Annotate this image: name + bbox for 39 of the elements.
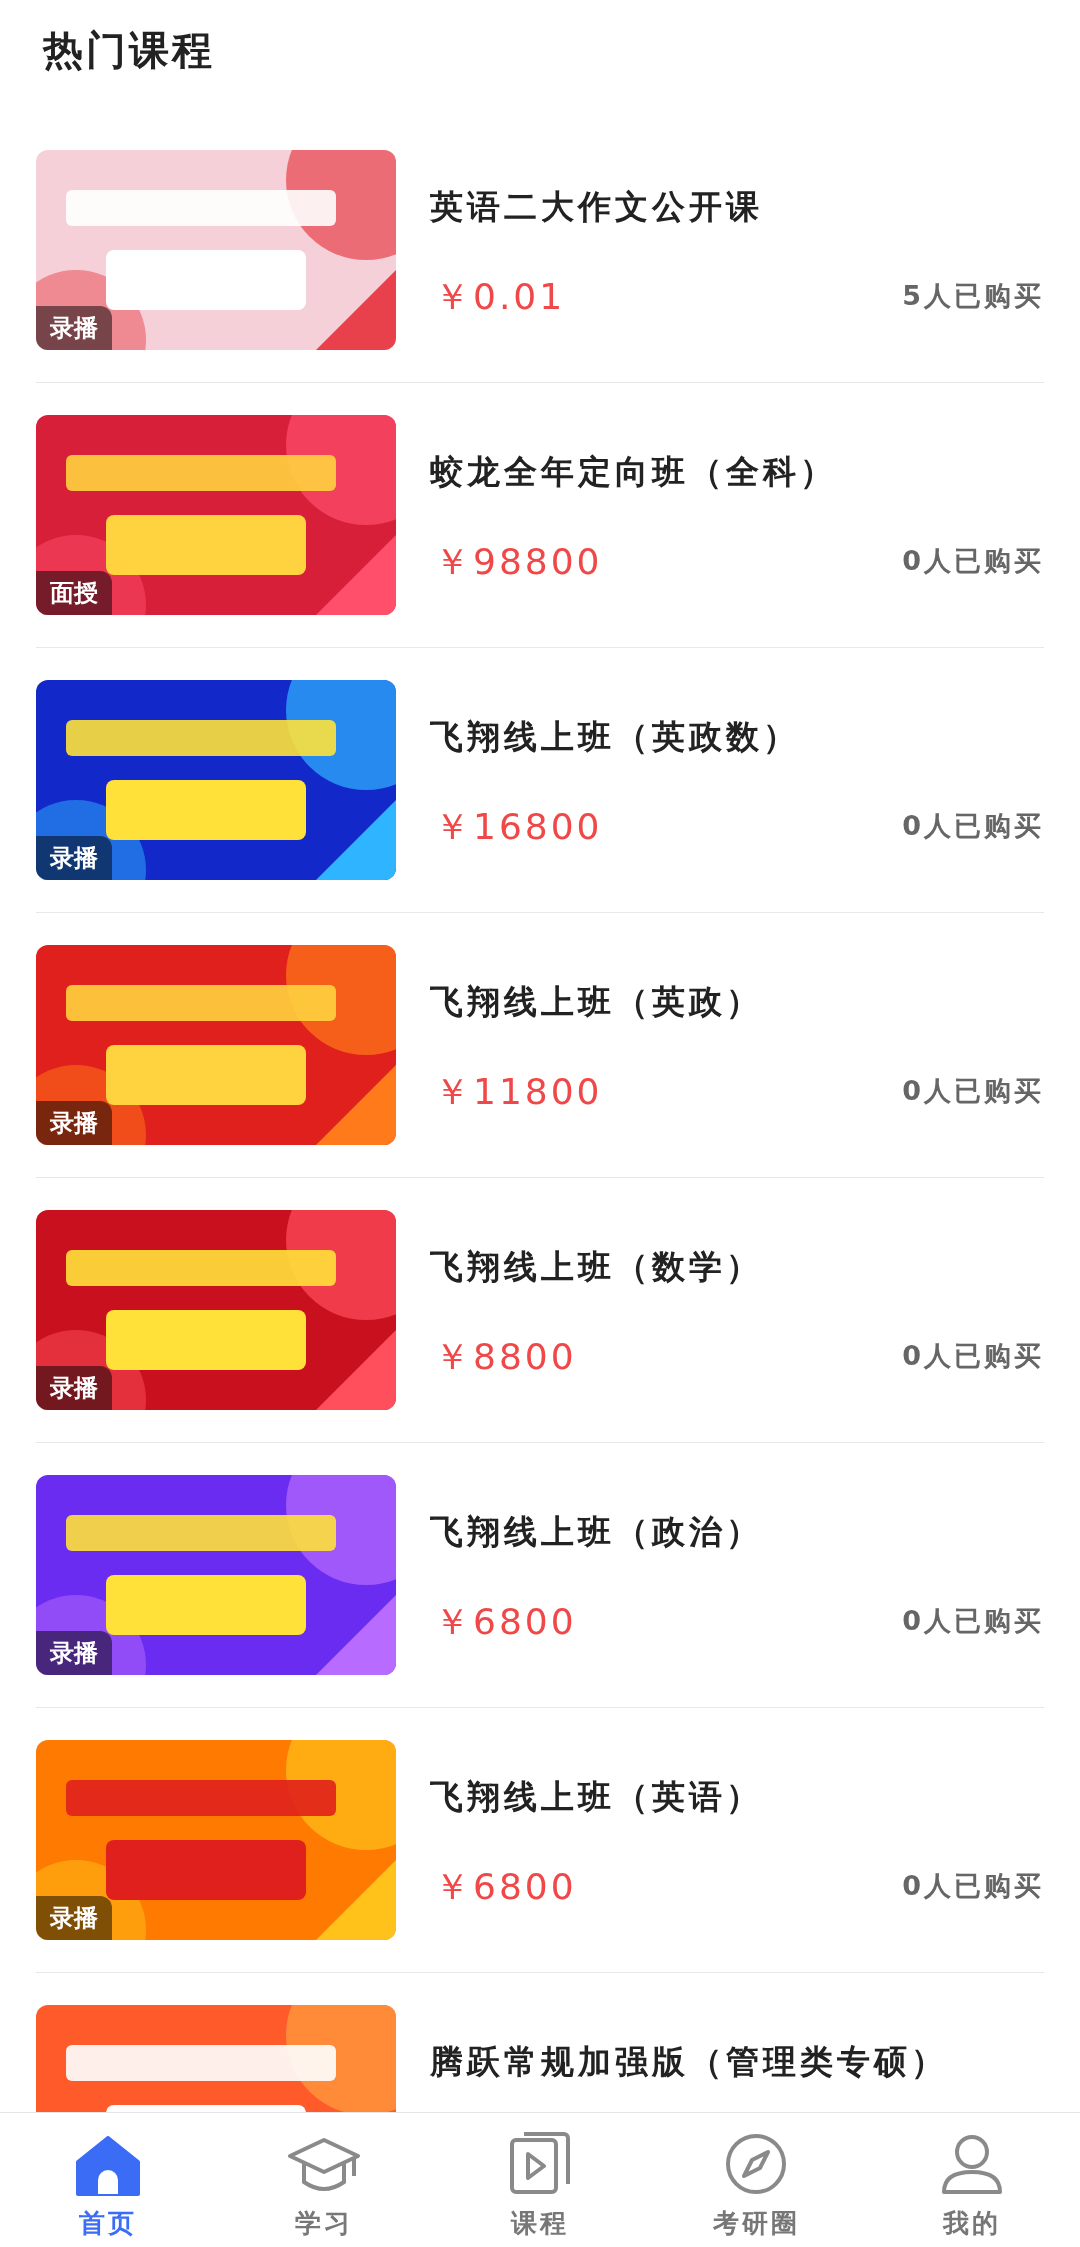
course-price: ￥6800 [433,1864,577,1909]
course-price: ￥11800 [433,1069,603,1114]
course-title: 飞翔线上班（英政数） [430,716,801,758]
course-price: ￥0.01 [433,274,566,319]
buyer-count: 0人已购买 [902,544,1044,579]
buyer-count: 0人已购买 [902,1604,1044,1639]
nav-tab[interactable]: 学习 [216,2113,432,2247]
nav-tab[interactable]: 考研圈 [648,2113,864,2247]
buyer-count: 0人已购买 [902,809,1044,844]
course-type-badge: 录播 [36,1101,112,1145]
course-price: ￥8800 [433,1334,577,1379]
course-type-badge: 录播 [36,836,112,880]
course-title: 飞翔线上班（英语） [430,1776,764,1818]
course-price: ￥98800 [433,539,603,584]
nav-tab[interactable]: 课程 [432,2113,648,2247]
compass-icon [724,2132,788,2196]
nav-tab[interactable]: 我的 [864,2113,1080,2247]
course-title: 腾跃常规加强版（管理类专硕） [430,2041,949,2083]
course-type-badge: 录播 [36,306,112,350]
course-type-badge: 录播 [36,1366,112,1410]
course-title: 飞翔线上班（政治） [430,1511,764,1553]
course-type-badge: 录播 [36,1631,112,1675]
course-type-badge: 面授 [36,571,112,615]
course-title: 飞翔线上班（英政） [430,981,764,1023]
buyer-count: 0人已购买 [902,1869,1044,1904]
nav-tab[interactable]: 首页 [0,2113,216,2247]
home-icon [74,2136,142,2196]
page-title: 热门课程 [43,27,215,73]
course-title: 飞翔线上班（数学） [430,1246,764,1288]
buyer-count: 0人已购买 [902,1339,1044,1374]
course-type-badge: 录播 [36,1896,112,1940]
person-icon [940,2132,1004,2196]
video-book-icon [508,2130,572,2196]
course-price: ￥6800 [433,1599,577,1644]
buyer-count: 5人已购买 [902,279,1044,314]
course-price: ￥16800 [433,804,603,849]
buyer-count: 0人已购买 [902,1074,1044,1109]
course-title: 蛟龙全年定向班（全科） [430,451,838,493]
course-title: 英语二大作文公开课 [430,186,764,228]
